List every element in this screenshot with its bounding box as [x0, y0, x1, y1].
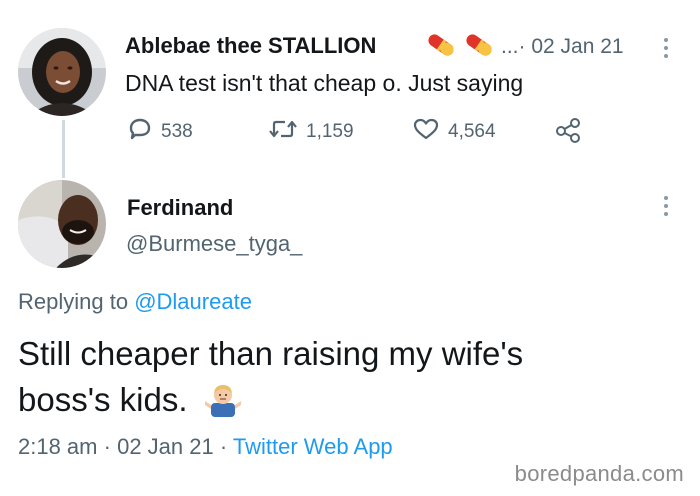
more-options-icon[interactable]	[664, 38, 668, 62]
heart-icon	[412, 117, 440, 147]
replying-to: Replying to @Dlaureate	[18, 289, 252, 315]
tweet1-text: DNA test isn't that cheap o. Just saying	[125, 70, 524, 96]
tweet1-meta-date[interactable]: ...· 02 Jan 21	[501, 35, 624, 59]
retweet-button[interactable]: 1,159	[268, 117, 354, 147]
avatar-ferdinand[interactable]	[18, 180, 106, 268]
tweet-footer: 2:18 am · 02 Jan 21 · Twitter Web App	[18, 434, 393, 460]
tweet-time[interactable]: 2:18 am	[18, 434, 98, 459]
tweet2-text-content: Still cheaper than raising my wife's bos…	[18, 335, 524, 418]
thread-line	[62, 120, 65, 178]
tweet-date[interactable]: 02 Jan 21	[117, 434, 214, 459]
tweet-source[interactable]: Twitter Web App	[233, 434, 393, 459]
share-button[interactable]	[554, 117, 582, 149]
like-count: 4,564	[448, 121, 496, 142]
like-button[interactable]: 4,564	[412, 117, 496, 147]
more-options-icon[interactable]	[664, 196, 668, 220]
handle-ferdinand[interactable]: @Burmese_tyga_	[126, 231, 302, 257]
separator: ·	[219, 434, 228, 459]
tweet2-text: Still cheaper than raising my wife's bos…	[18, 331, 618, 429]
man-shrugging-icon	[203, 383, 243, 429]
retweet-icon	[268, 117, 298, 147]
reply-count: 538	[161, 121, 193, 142]
display-name-ablebae[interactable]: Ablebae thee STALLION	[125, 33, 376, 59]
pill-icon	[462, 30, 496, 65]
watermark: boredpanda.com	[514, 461, 684, 486]
replying-to-label: Replying to	[18, 289, 129, 314]
retweet-count: 1,159	[306, 121, 354, 142]
share-icon	[554, 117, 582, 149]
pill-icon	[424, 30, 458, 65]
display-name-ferdinand[interactable]: Ferdinand	[127, 195, 233, 221]
reply-icon	[127, 117, 153, 147]
separator: ·	[103, 434, 111, 459]
replying-to-handle[interactable]: @Dlaureate	[134, 289, 252, 314]
avatar-ablebae[interactable]	[18, 28, 106, 116]
reply-button[interactable]: 538	[127, 117, 193, 147]
